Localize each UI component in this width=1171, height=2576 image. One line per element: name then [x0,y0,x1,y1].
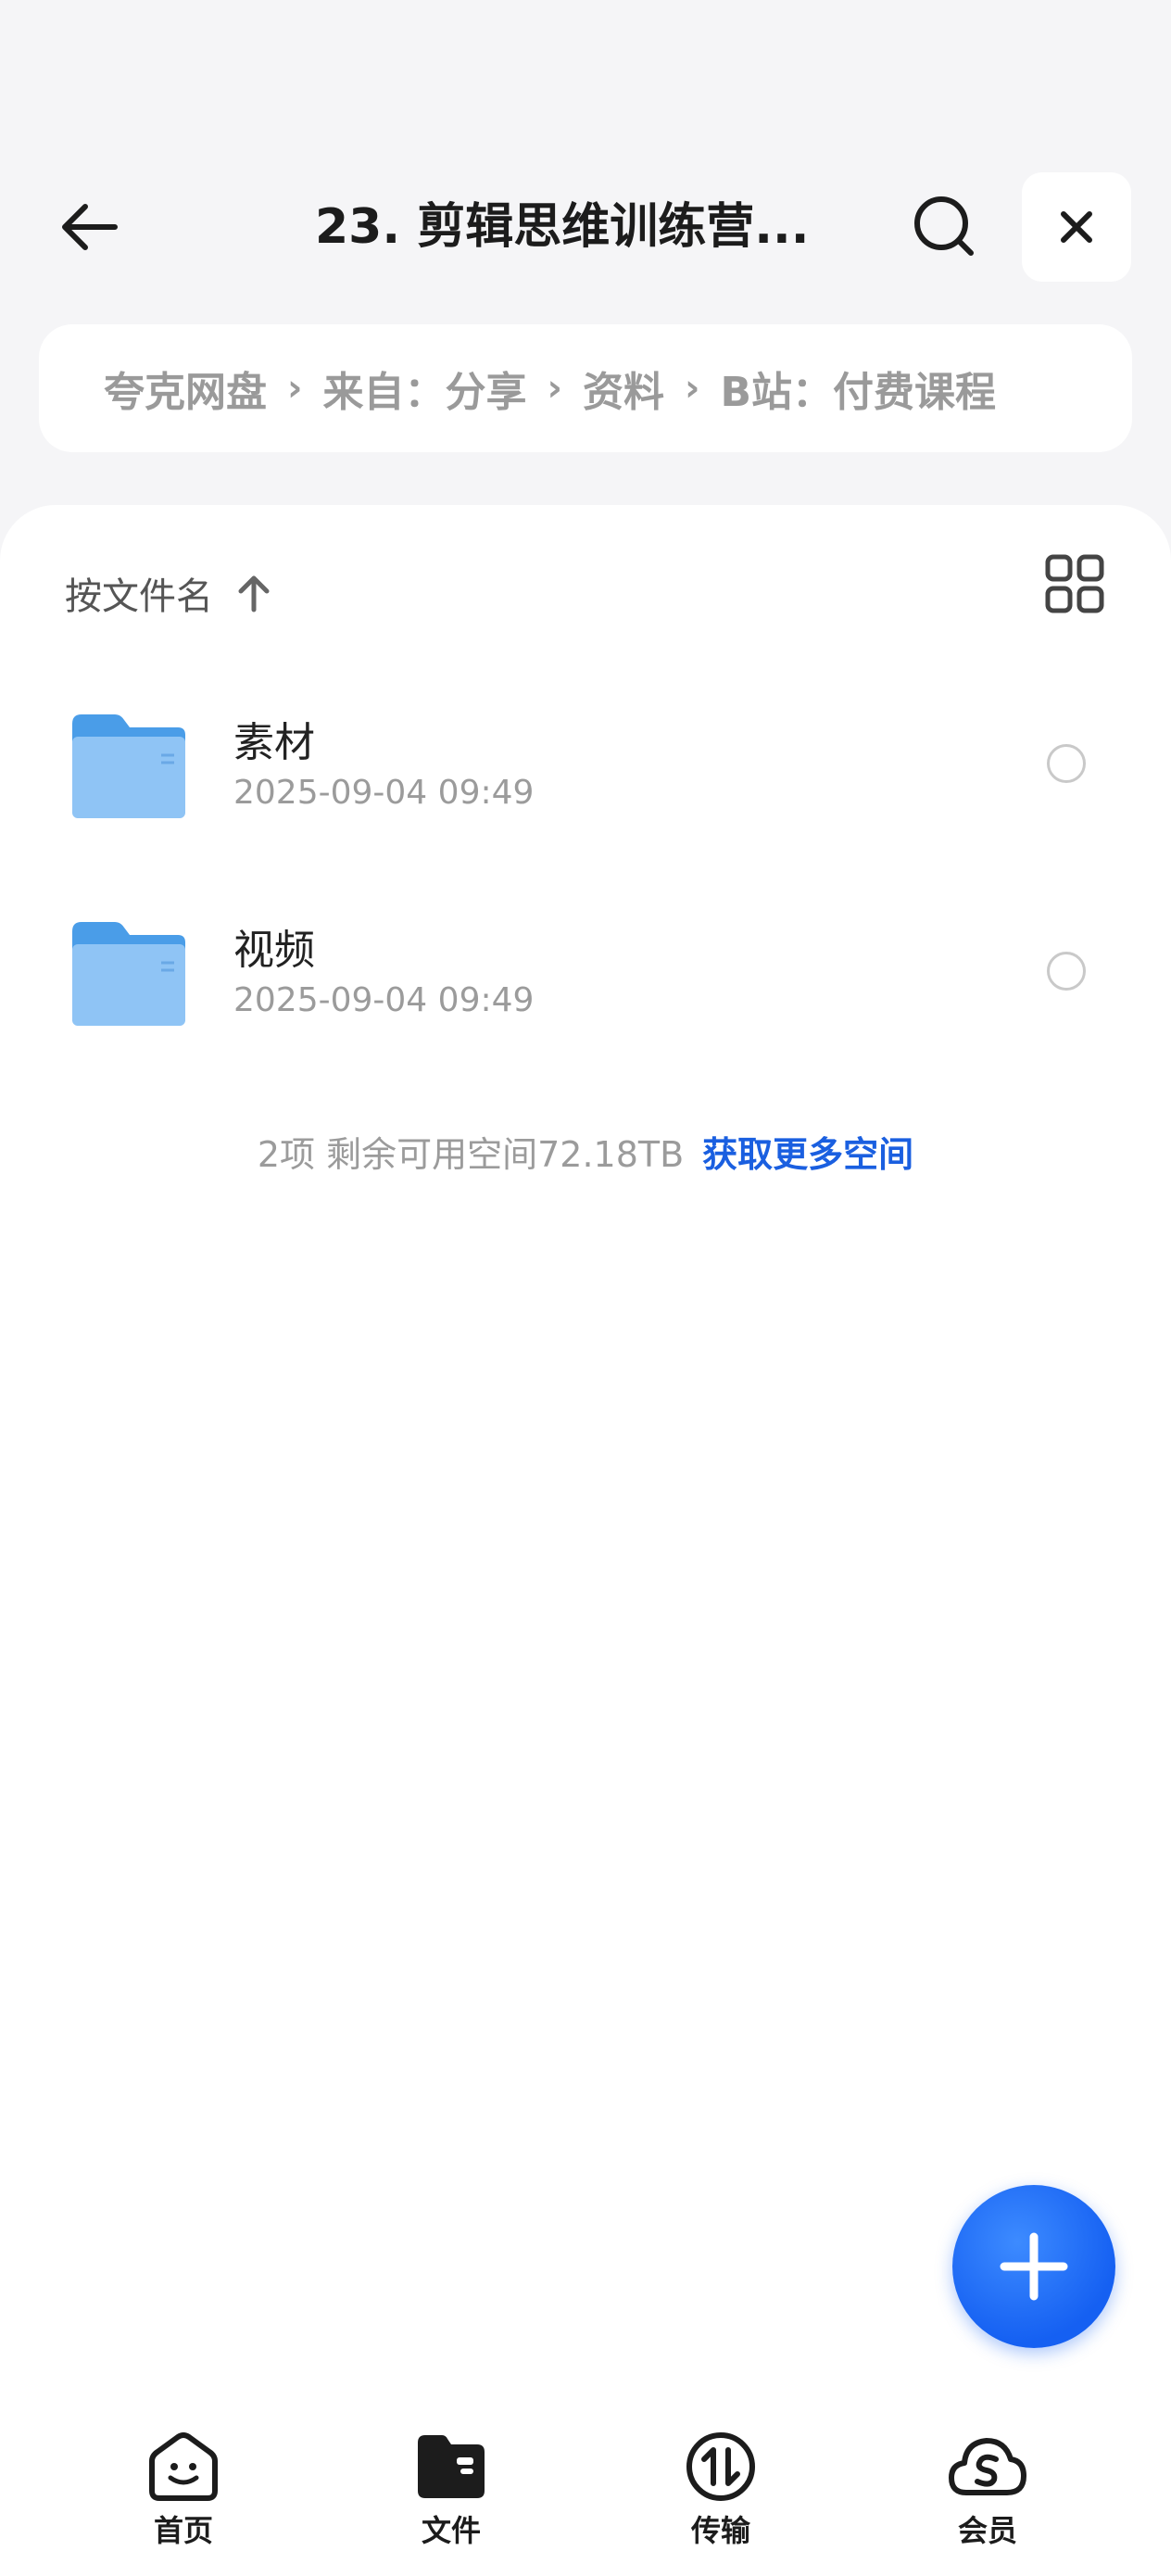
home-smile-icon [149,2432,218,2501]
breadcrumb-item[interactable]: 资料 [583,359,664,418]
plus-icon [1000,2232,1068,2301]
file-date: 2025-09-04 09:49 [233,981,535,1019]
list-item[interactable]: 素材 2025-09-04 09:49 [0,672,1171,857]
nav-label: 会员 [957,2513,1017,2548]
breadcrumb-item[interactable]: B站：付费课程 [720,359,996,418]
nav-item-member[interactable]: 会员 [913,2430,1062,2569]
nav-item-transfer[interactable]: 传输 [647,2430,795,2569]
chevron-right-icon: › [287,367,303,410]
search-icon [914,196,974,256]
breadcrumb-item[interactable]: 夸克网盘 [104,359,267,418]
arrow-up-icon [235,573,272,613]
breadcrumb-item[interactable]: 来自：分享 [322,359,526,418]
transfer-icon [686,2432,755,2501]
select-radio[interactable] [1047,744,1086,783]
file-name: 视频 [233,927,315,974]
select-radio[interactable] [1047,952,1086,991]
nav-item-files[interactable]: 文件 [377,2430,525,2569]
cloud-member-icon [949,2438,1026,2495]
file-date: 2025-09-04 09:49 [233,774,535,812]
grid-view-icon [1045,554,1104,613]
folder-icon [418,2435,485,2498]
bottom-nav: 首页 文件 传输 会员 [0,2409,1171,2576]
nav-label: 首页 [153,2513,213,2548]
folder-icon [72,714,185,818]
file-name: 素材 [233,719,315,766]
close-icon [1061,211,1092,243]
arrow-left-icon [62,204,118,250]
nav-label: 传输 [690,2513,750,2548]
nav-item-home[interactable]: 首页 [109,2430,258,2569]
page-title: 23. 剪辑思维训练营... [315,199,810,255]
search-button[interactable] [903,185,987,269]
grid-view-button[interactable] [1042,551,1107,616]
list-item[interactable]: 视频 2025-09-04 09:49 [0,879,1171,1065]
breadcrumb: 夸克网盘 › 来自：分享 › 资料 › B站：付费课程 [39,324,1132,452]
close-button[interactable] [1022,172,1131,282]
chevron-right-icon: › [684,367,700,410]
chevron-right-icon: › [547,367,562,410]
add-button[interactable] [952,2185,1115,2348]
storage-summary: 2项 剩余可用空间72.18TB 获取更多空间 [0,1126,1171,1177]
top-bar: 23. 剪辑思维训练营... [0,0,1171,315]
sort-label: 按文件名 [65,575,213,618]
back-button[interactable] [46,185,130,269]
sort-button[interactable]: 按文件名 [65,556,272,630]
get-more-space-link[interactable]: 获取更多空间 [702,1134,913,1175]
folder-icon [72,922,185,1026]
nav-label: 文件 [421,2513,481,2548]
storage-summary-text: 2项 剩余可用空间72.18TB [257,1134,685,1175]
